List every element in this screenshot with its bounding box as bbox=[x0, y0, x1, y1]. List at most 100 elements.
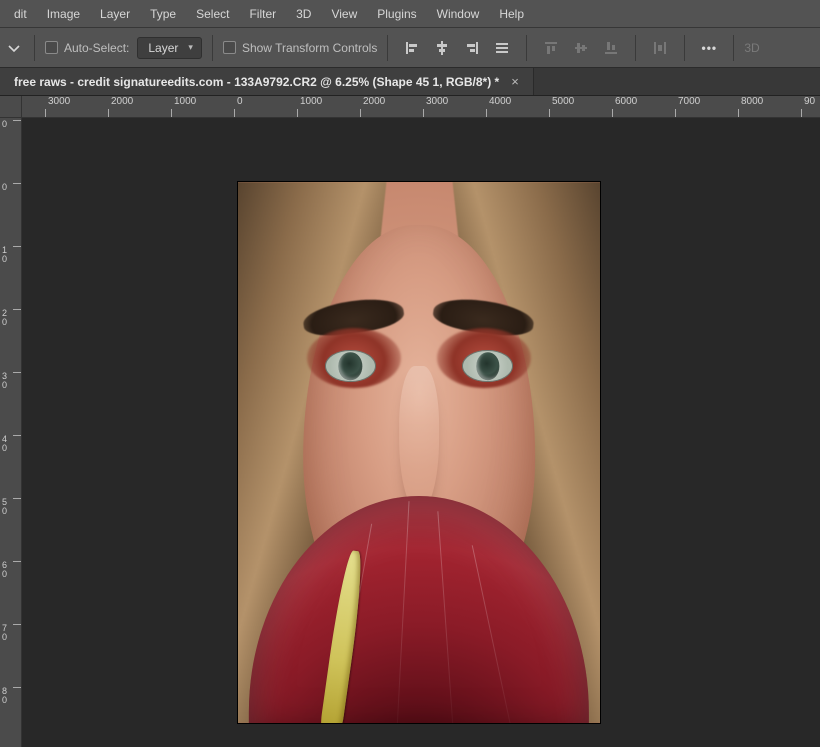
menu-item-type[interactable]: Type bbox=[140, 3, 186, 25]
options-bar: Auto-Select: Layer ▾ Show Transform Cont… bbox=[0, 28, 820, 68]
ruler-tick-mark bbox=[13, 624, 21, 625]
canvas[interactable] bbox=[22, 118, 820, 747]
show-transform-option[interactable]: Show Transform Controls bbox=[223, 41, 377, 55]
align-hcenter-button[interactable] bbox=[428, 35, 456, 61]
ruler-tick-mark bbox=[675, 109, 676, 117]
ruler-h-tick: 1000 bbox=[171, 96, 196, 117]
image-flower-vein bbox=[472, 545, 517, 723]
align-right-button[interactable] bbox=[458, 35, 486, 61]
ruler-v-tick-label: 0 bbox=[0, 183, 7, 192]
ruler-v-tick: 70 bbox=[0, 624, 21, 642]
ruler-v-tick-label: 10 bbox=[0, 246, 7, 264]
ruler-v-tick: 20 bbox=[0, 309, 21, 327]
ruler-v-tick: 0 bbox=[0, 120, 21, 129]
menu-item-layer[interactable]: Layer bbox=[90, 3, 140, 25]
ruler-tick-mark bbox=[13, 561, 21, 562]
show-transform-checkbox[interactable] bbox=[223, 41, 236, 54]
auto-select-label: Auto-Select: bbox=[64, 41, 129, 55]
document-tab[interactable]: free raws - credit signatureedits.com - … bbox=[0, 68, 534, 95]
ruler-h-tick-label: 8000 bbox=[738, 96, 763, 108]
artboard-image[interactable] bbox=[238, 182, 600, 723]
ruler-v-tick-label: 20 bbox=[0, 309, 7, 327]
document-tab-title: free raws - credit signatureedits.com - … bbox=[14, 75, 499, 89]
ruler-h-tick: 6000 bbox=[612, 96, 637, 117]
ruler-h-tick-label: 2000 bbox=[108, 96, 133, 108]
menu-item-3d[interactable]: 3D bbox=[286, 3, 321, 25]
menu-item-plugins[interactable]: Plugins bbox=[367, 3, 426, 25]
ruler-tick-mark bbox=[13, 309, 21, 310]
ruler-v-tick-label: 0 bbox=[0, 120, 7, 129]
menu-item-select[interactable]: Select bbox=[186, 3, 239, 25]
ruler-h-tick: 2000 bbox=[360, 96, 385, 117]
workspace: 0 3000 2000 1000 0 1000 2000 3000 4000 5000 6000 70… bbox=[0, 96, 820, 747]
ruler-tick-mark bbox=[423, 109, 424, 117]
ruler-v-tick: 10 bbox=[0, 246, 21, 264]
ruler-h-tick-label: 4000 bbox=[486, 96, 511, 108]
mode-3d-label: 3D bbox=[744, 41, 763, 55]
more-options-button[interactable]: ••• bbox=[695, 35, 723, 61]
ruler-tick-mark bbox=[13, 120, 21, 121]
menu-item-image[interactable]: Image bbox=[37, 3, 90, 25]
ruler-h-tick-label: 6000 bbox=[612, 96, 637, 108]
ruler-h-tick: 7000 bbox=[675, 96, 700, 117]
auto-select-checkbox[interactable] bbox=[45, 41, 58, 54]
ruler-v-tick: 60 bbox=[0, 561, 21, 579]
ruler-h-tick: 4000 bbox=[486, 96, 511, 117]
menu-item-help[interactable]: Help bbox=[489, 3, 534, 25]
auto-select-target-dropdown[interactable]: Layer ▾ bbox=[137, 37, 202, 59]
ruler-tick-mark bbox=[738, 109, 739, 117]
ruler-tick-mark bbox=[13, 498, 21, 499]
ruler-tick-mark bbox=[171, 109, 172, 117]
ruler-h-tick-label: 5000 bbox=[549, 96, 574, 108]
image-flower-vein bbox=[395, 501, 409, 723]
ruler-tick-mark bbox=[108, 109, 109, 117]
chevron-down-icon: ▾ bbox=[188, 42, 193, 53]
ruler-vertical[interactable]: 001020304050607080 bbox=[0, 118, 22, 747]
distribute-bottom-button[interactable] bbox=[597, 35, 625, 61]
ruler-h-tick-label: 3000 bbox=[45, 96, 70, 108]
menu-item-filter[interactable]: Filter bbox=[239, 3, 286, 25]
divider bbox=[635, 35, 636, 61]
ruler-h-tick-label: 1000 bbox=[171, 96, 196, 108]
ruler-tick-mark bbox=[549, 109, 550, 117]
menu-item-view[interactable]: View bbox=[321, 3, 367, 25]
close-tab-icon[interactable]: × bbox=[509, 75, 521, 88]
divider bbox=[733, 35, 734, 61]
ruler-h-tick-label: 2000 bbox=[360, 96, 385, 108]
ruler-tick-mark bbox=[13, 246, 21, 247]
menu-item-edit[interactable]: dit bbox=[4, 3, 37, 25]
divider bbox=[684, 35, 685, 61]
image-eye-right bbox=[462, 350, 513, 382]
ruler-v-tick-label: 30 bbox=[0, 372, 7, 390]
align-group bbox=[398, 35, 516, 61]
ruler-h-tick: 5000 bbox=[549, 96, 574, 117]
ruler-h-tick-label: 7000 bbox=[675, 96, 700, 108]
distribute-top-button[interactable] bbox=[537, 35, 565, 61]
menu-item-window[interactable]: Window bbox=[427, 3, 490, 25]
align-left-button[interactable] bbox=[398, 35, 426, 61]
distribute-vcenter-button[interactable] bbox=[567, 35, 595, 61]
align-justify-button[interactable] bbox=[488, 35, 516, 61]
ruler-v-tick-label: 40 bbox=[0, 435, 7, 453]
divider bbox=[212, 35, 213, 61]
distribute-hspacing-button[interactable] bbox=[646, 35, 674, 61]
ruler-origin[interactable] bbox=[0, 96, 22, 118]
ruler-tick-mark bbox=[801, 109, 802, 117]
ruler-v-tick: 40 bbox=[0, 435, 21, 453]
ruler-tick-mark bbox=[612, 109, 613, 117]
ruler-horizontal[interactable]: 0300020001000010002000300040005000600070… bbox=[22, 96, 820, 118]
distribute-group bbox=[537, 35, 625, 61]
tool-preset-chevron-icon[interactable] bbox=[4, 38, 24, 58]
ruler-h-tick: 3000 bbox=[423, 96, 448, 117]
auto-select-option[interactable]: Auto-Select: bbox=[45, 41, 129, 55]
ruler-tick-mark bbox=[13, 372, 21, 373]
image-eye-left bbox=[325, 350, 376, 382]
auto-select-target-value: Layer bbox=[148, 41, 178, 55]
divider bbox=[34, 35, 35, 61]
ruler-h-tick: 2000 bbox=[108, 96, 133, 117]
ruler-h-tick: 90 bbox=[801, 96, 815, 117]
ruler-h-tick-label: 1000 bbox=[297, 96, 322, 108]
document-tab-strip: free raws - credit signatureedits.com - … bbox=[0, 68, 820, 96]
ruler-v-tick: 50 bbox=[0, 498, 21, 516]
ruler-tick-mark bbox=[45, 109, 46, 117]
